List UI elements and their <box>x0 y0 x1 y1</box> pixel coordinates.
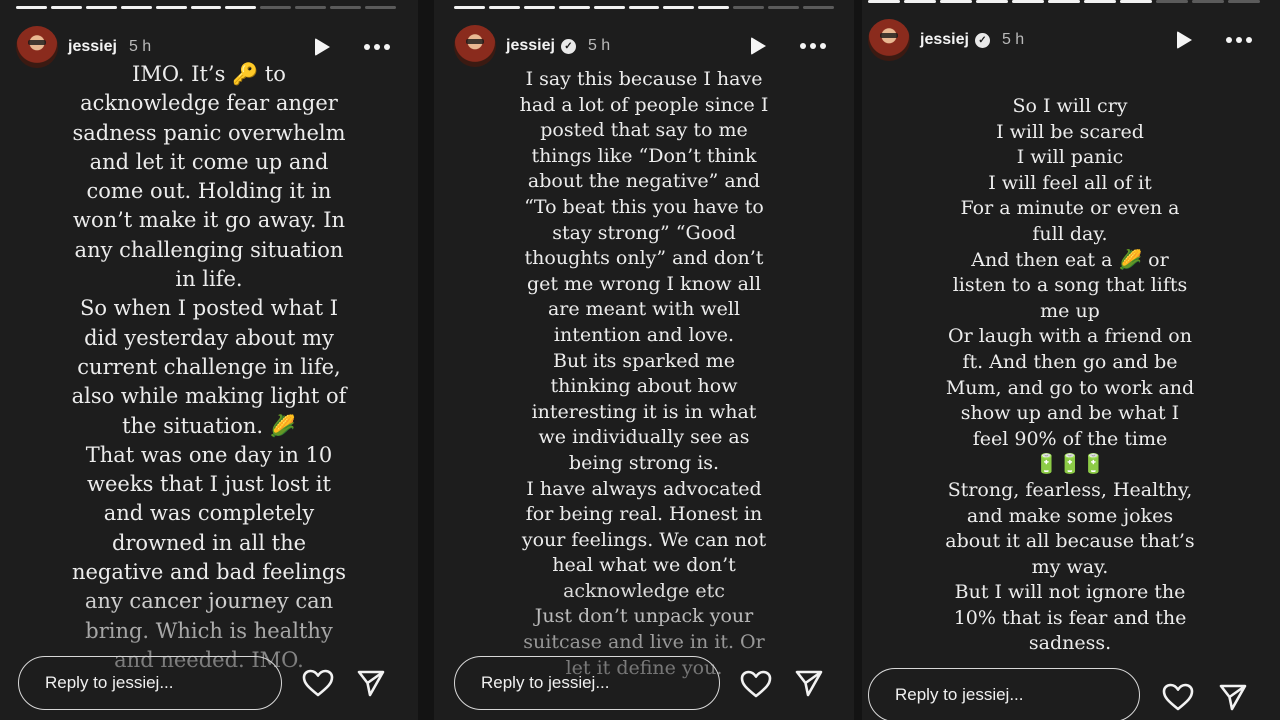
avatar[interactable] <box>454 25 496 67</box>
more-options-icon[interactable] <box>364 44 390 50</box>
reply-input[interactable]: Reply to jessiej... <box>454 656 720 710</box>
post-time: 5 h <box>128 38 152 55</box>
story-caption: So I will cry I will be scared I will pa… <box>945 95 1195 655</box>
story-caption: I say this because I have had a lot of p… <box>519 68 769 679</box>
username[interactable]: jessiej <box>506 37 555 55</box>
avatar[interactable] <box>868 19 910 61</box>
heart-icon[interactable] <box>740 669 772 699</box>
username[interactable]: jessiej <box>920 31 969 49</box>
story-caption: IMO. It’s 🔑 to acknowledge fear anger sa… <box>71 62 347 672</box>
story-progress-bar <box>454 6 834 9</box>
story-progress-bar <box>868 0 1260 3</box>
story-panel-2[interactable]: jessiej ✓ 5 h I say this because I have … <box>434 0 854 720</box>
story-panel-1[interactable]: jessiej 5 h IMO. It’s 🔑 to acknowledge f… <box>0 0 418 720</box>
verified-badge-icon: ✓ <box>560 38 576 54</box>
send-icon[interactable] <box>1218 682 1248 712</box>
story-header: jessiej ✓ 5 h <box>454 24 834 68</box>
story-progress-bar <box>16 6 396 9</box>
more-options-icon[interactable] <box>1226 37 1252 43</box>
play-icon[interactable] <box>751 37 766 55</box>
send-icon[interactable] <box>356 668 386 698</box>
username[interactable]: jessiej <box>68 38 117 56</box>
story-header: jessiej ✓ 5 h <box>868 18 1260 62</box>
post-time: 5 h <box>1001 31 1025 48</box>
reply-input[interactable]: Reply to jessiej... <box>18 656 282 710</box>
verified-badge-icon: ✓ <box>974 32 990 48</box>
story-panel-3[interactable]: jessiej ✓ 5 h So I will cry I will be sc… <box>862 0 1280 720</box>
send-icon[interactable] <box>794 668 824 698</box>
heart-icon[interactable] <box>1162 682 1194 712</box>
play-icon[interactable] <box>1177 31 1192 49</box>
post-time: 5 h <box>587 37 611 54</box>
heart-icon[interactable] <box>302 668 334 698</box>
play-icon[interactable] <box>315 38 330 56</box>
reply-input[interactable]: Reply to jessiej... <box>868 668 1140 720</box>
more-options-icon[interactable] <box>800 43 826 49</box>
